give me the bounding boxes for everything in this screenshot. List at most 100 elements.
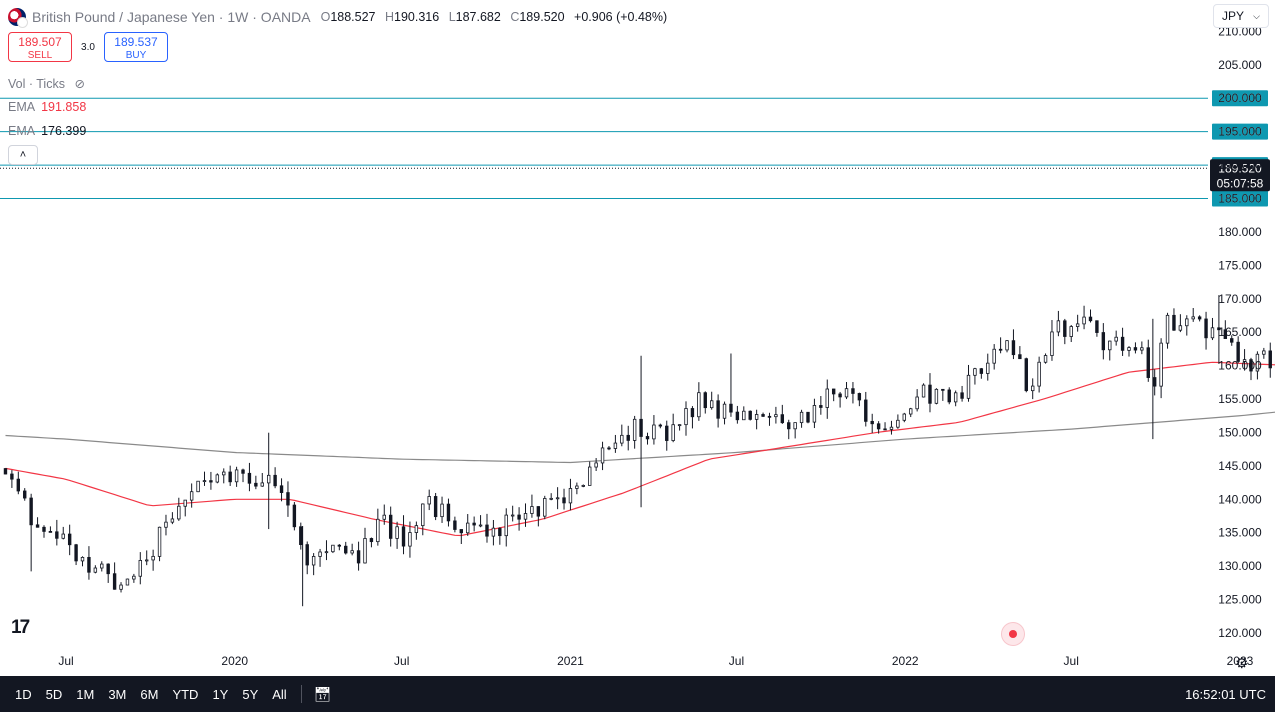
candle — [170, 512, 175, 525]
eye-hidden-icon[interactable]: ⊘ — [74, 77, 84, 91]
candle — [1165, 312, 1170, 349]
candle — [620, 424, 624, 447]
candle-body — [1185, 318, 1189, 327]
candle — [363, 527, 367, 564]
candle-body — [857, 393, 862, 401]
currency-selector[interactable]: JPY ⌵ — [1213, 4, 1269, 28]
candle — [774, 406, 778, 424]
candle-body — [1165, 314, 1170, 344]
open-label: O — [320, 10, 331, 24]
price-chart[interactable]: 200.000 195.000 190.000 185.000 189.520 05:07… — [0, 0, 1275, 676]
candle-body — [1172, 314, 1176, 331]
candle-body — [620, 434, 624, 444]
calendar-range-icon[interactable]: 📅︎ — [314, 686, 332, 703]
candle — [665, 420, 669, 451]
candle — [356, 541, 361, 571]
candle-body — [1210, 327, 1215, 339]
candle-body — [909, 408, 913, 415]
candle — [581, 484, 585, 488]
candle — [1140, 341, 1144, 355]
range-6m[interactable]: 6M — [140, 687, 158, 702]
candle-body — [896, 419, 900, 428]
candle — [600, 441, 605, 471]
candle-body — [992, 348, 996, 364]
candle — [177, 497, 181, 521]
candle-body — [112, 573, 117, 590]
candle — [1069, 324, 1073, 343]
tradingview-logo[interactable]: 17 — [11, 617, 30, 639]
candle — [652, 415, 656, 445]
candle — [337, 544, 342, 551]
range-all[interactable]: All — [272, 687, 286, 702]
candle-body — [440, 503, 444, 518]
candle — [10, 470, 14, 488]
candle-body — [356, 550, 361, 564]
candle — [189, 483, 194, 508]
ohlc-values: O188.527 H190.316 L187.682 C189.520 +0.9… — [321, 10, 674, 24]
candle — [536, 506, 541, 527]
candle-body — [35, 524, 40, 528]
candle-body — [536, 506, 541, 517]
range-1y[interactable]: 1Y — [212, 687, 228, 702]
candle-body — [979, 368, 984, 374]
candle — [157, 526, 162, 562]
ema-fast-label: EMA — [8, 100, 36, 114]
ema-slow-indicator[interactable]: EMA 176.399 — [8, 124, 86, 138]
candle-body — [626, 434, 630, 441]
candle-body — [324, 551, 329, 554]
candle-body — [806, 411, 810, 423]
candle — [626, 425, 630, 451]
range-ytd[interactable]: YTD — [172, 687, 198, 702]
candle — [684, 401, 688, 436]
candle-body — [401, 526, 406, 547]
candle — [504, 508, 508, 547]
candle-body — [510, 514, 515, 517]
range-3m[interactable]: 3M — [108, 687, 126, 702]
candle-body — [645, 436, 650, 440]
candle-body — [973, 368, 977, 376]
symbol-title[interactable]: British Pound / Japanese Yen · 1W · OAND… — [32, 9, 311, 25]
range-1m[interactable]: 1M — [76, 687, 94, 702]
candle-body — [915, 396, 919, 410]
collapse-legend-button[interactable]: ˄ — [8, 145, 38, 165]
candle-body — [427, 496, 431, 505]
x-tick-label: Jul — [394, 654, 409, 668]
candle-body — [388, 514, 393, 539]
range-5y[interactable]: 5Y — [242, 687, 258, 702]
gear-icon[interactable]: ⚙ — [1235, 654, 1248, 672]
range-5d[interactable]: 5D — [46, 687, 63, 702]
candle — [1172, 308, 1176, 331]
candle — [440, 496, 444, 523]
candle-body — [151, 555, 155, 561]
utc-clock[interactable]: 16:52:01 UTC — [1185, 687, 1266, 702]
candle — [966, 364, 971, 402]
live-indicator-icon[interactable] — [1002, 623, 1024, 645]
candle-body — [934, 388, 939, 404]
buy-button[interactable]: 189.537 BUY — [104, 32, 168, 62]
range-1d[interactable]: 1D — [15, 687, 32, 702]
volume-indicator[interactable]: Vol · Ticks ⊘ — [8, 76, 85, 91]
candle — [1005, 340, 1009, 353]
candle-body — [703, 392, 707, 409]
candle — [632, 415, 637, 449]
x-tick-label: 2020 — [221, 654, 248, 668]
sell-button[interactable]: 189.507 SELL — [8, 32, 72, 62]
candle-body — [189, 491, 194, 501]
candle — [767, 412, 772, 426]
candle — [23, 488, 27, 501]
candle — [350, 543, 354, 556]
candle-body — [774, 414, 778, 418]
candle — [575, 482, 579, 495]
y-tick-label: 175.000 — [1218, 258, 1262, 272]
candle-body — [125, 578, 130, 586]
y-tick-label: 160.000 — [1218, 359, 1262, 373]
candle-body — [215, 474, 220, 483]
candle — [241, 468, 245, 483]
candle — [973, 367, 977, 385]
ema-fast-indicator[interactable]: EMA 191.858 — [8, 100, 86, 114]
candle — [427, 489, 431, 511]
candle — [292, 502, 297, 531]
candle — [690, 406, 695, 429]
candle — [1262, 347, 1266, 359]
candle-body — [132, 575, 136, 580]
